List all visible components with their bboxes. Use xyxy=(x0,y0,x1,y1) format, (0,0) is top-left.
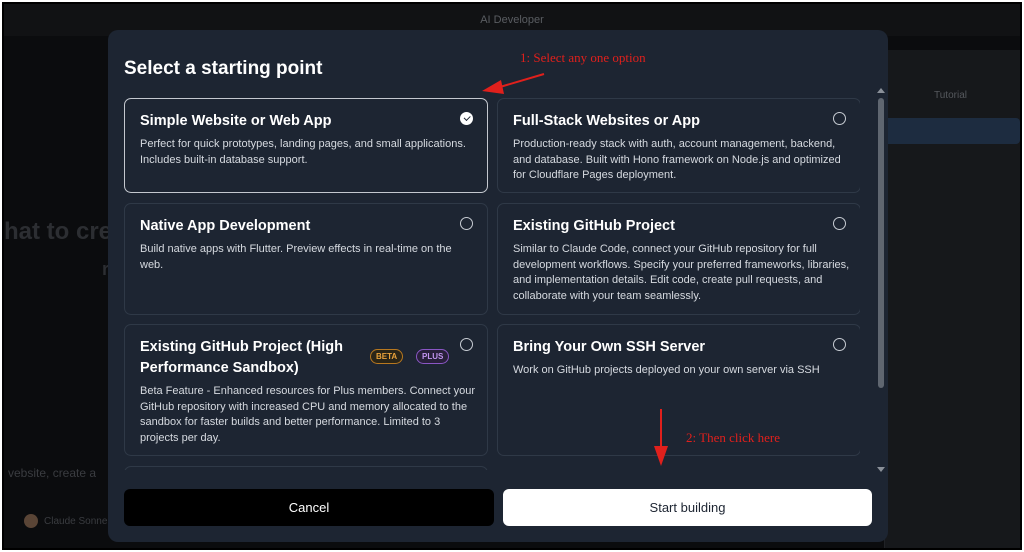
arrow-2-icon xyxy=(654,409,668,466)
arrow-1-icon xyxy=(482,73,545,94)
annotation-arrows xyxy=(482,73,668,466)
screenshot-frame: AI Developer Tutorial hat to cre r vebsi… xyxy=(2,2,1022,550)
